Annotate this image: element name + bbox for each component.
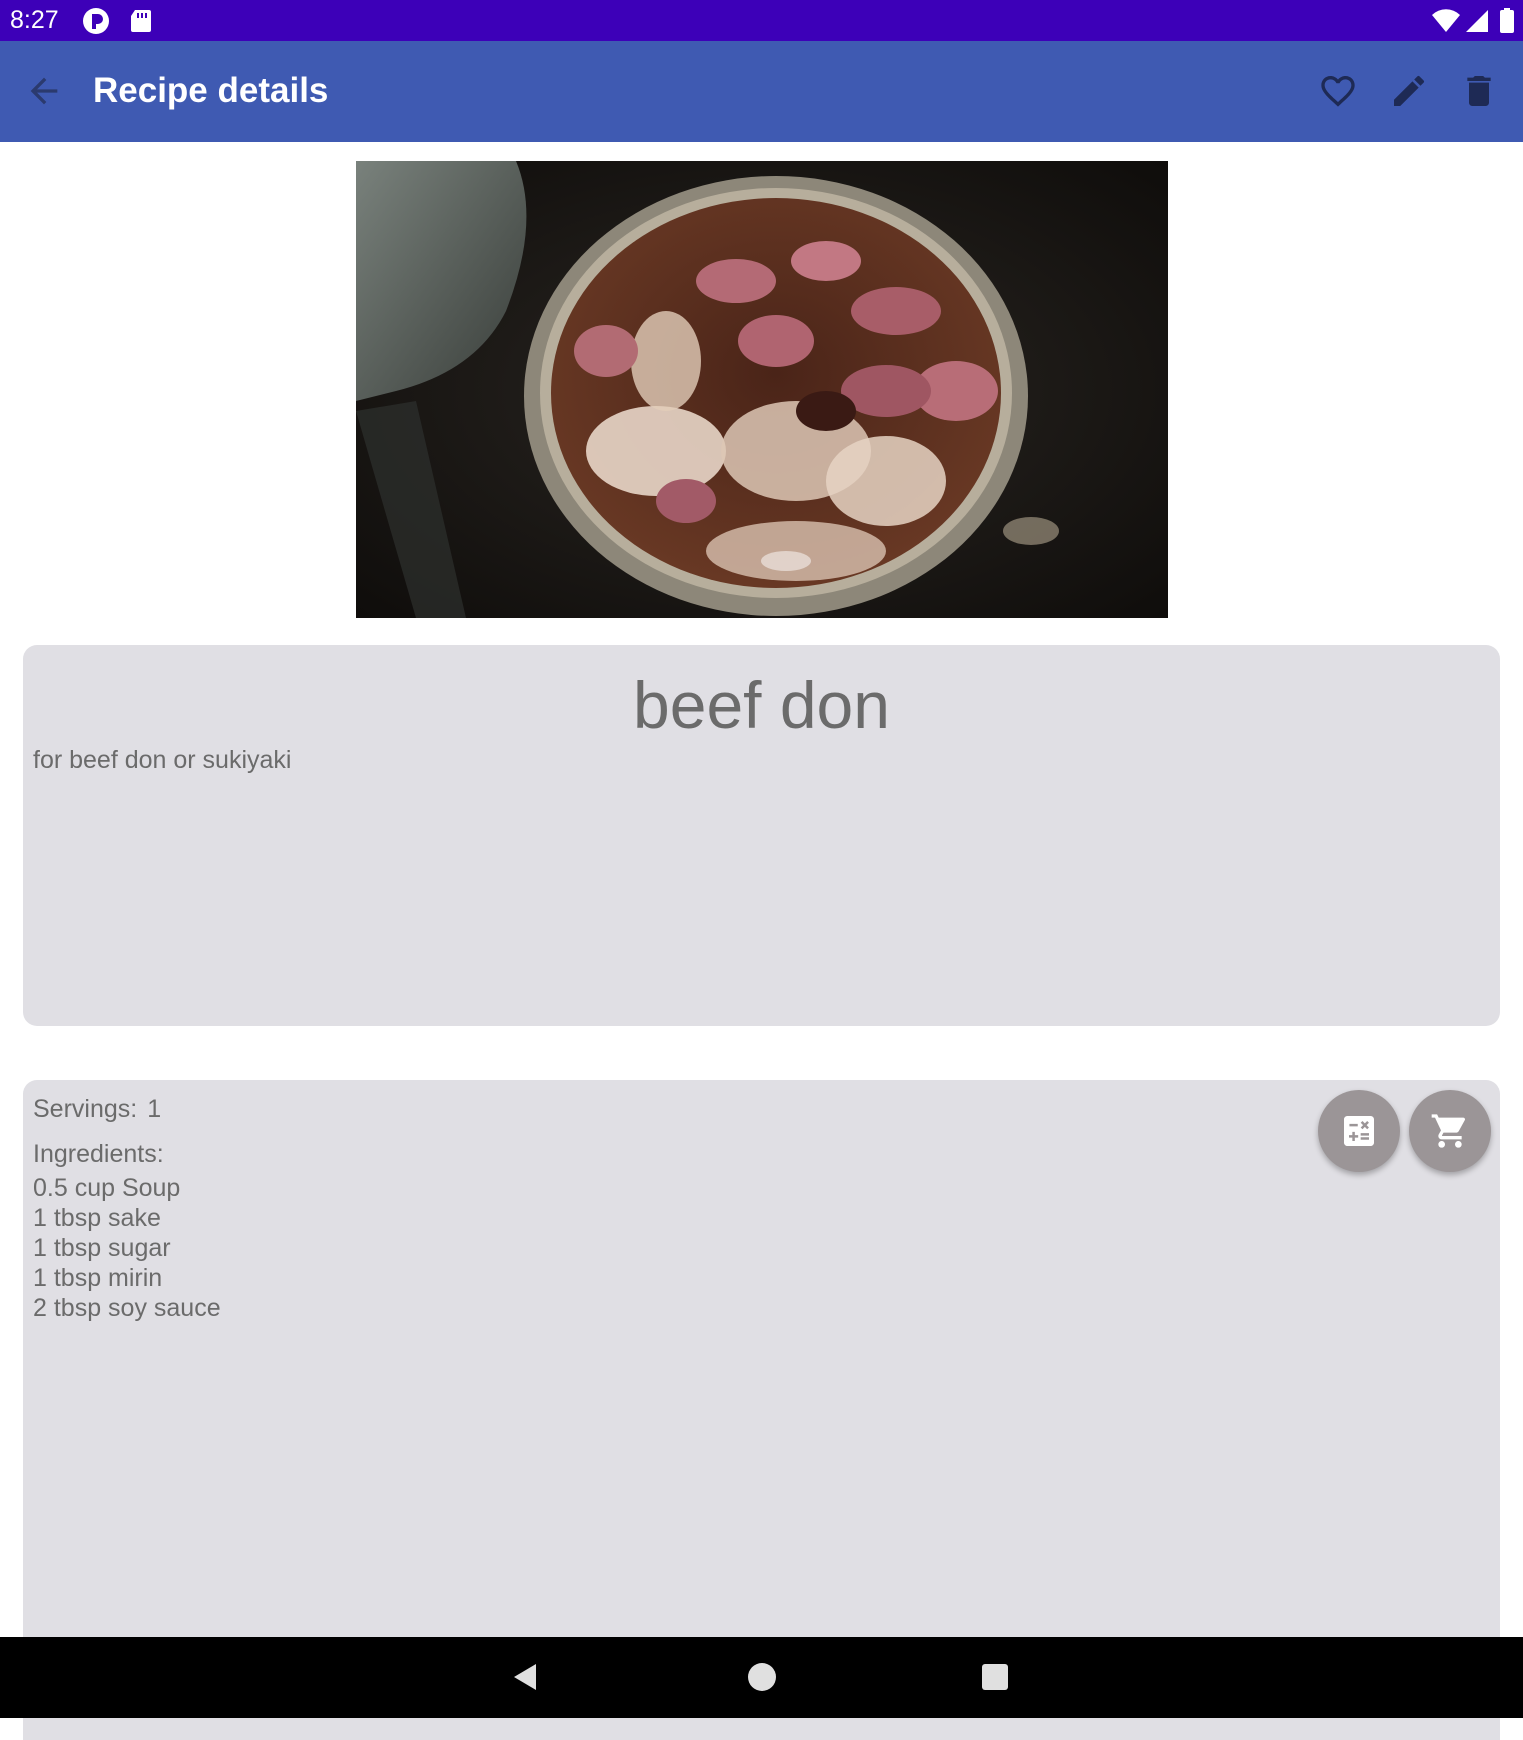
nav-recents-icon (982, 1664, 1008, 1690)
battery-icon (1492, 6, 1522, 36)
recipe-name: beef don (633, 668, 890, 742)
add-to-shopping-list-button[interactable] (1409, 1090, 1491, 1172)
ingredients-label: Ingredients: (33, 1140, 164, 1168)
recipe-description: for beef don or sukiyaki (33, 746, 292, 774)
ingredient-list: 0.5 cup Soup 1 tbsp sake 1 tbsp sugar 1 … (33, 1173, 221, 1323)
pencil-icon (1394, 75, 1425, 106)
scale-servings-button[interactable] (1318, 1090, 1400, 1172)
nav-back-button[interactable] (500, 1651, 552, 1703)
favorite-button[interactable] (1310, 63, 1366, 119)
ingredient-item: 1 tbsp sake (33, 1204, 161, 1232)
nav-recents-button[interactable] (969, 1651, 1021, 1703)
arrow-back-icon (30, 77, 58, 105)
shopping-cart-icon (1431, 1114, 1466, 1148)
app-notification-icon (81, 6, 111, 36)
calculator-icon (1344, 1116, 1374, 1146)
status-time: 8:27 (10, 6, 59, 34)
sd-card-icon (126, 6, 156, 36)
ingredient-item: 1 tbsp mirin (33, 1264, 163, 1292)
recipe-summary-card: beef don for beef don or sukiyaki (23, 645, 1500, 1026)
trash-icon (1467, 76, 1491, 106)
nav-home-icon (748, 1663, 776, 1691)
delete-button[interactable] (1451, 63, 1507, 119)
nav-home-button[interactable] (736, 1651, 788, 1703)
servings-row: Servings: 1 (33, 1094, 161, 1124)
page-title: Recipe details (93, 71, 329, 110)
back-button[interactable] (16, 63, 72, 119)
system-nav-bar (0, 1637, 1523, 1718)
wifi-icon (1431, 6, 1461, 36)
ingredient-item: 2 tbsp soy sauce (33, 1294, 221, 1322)
edit-button[interactable] (1381, 63, 1437, 119)
app-bar: Recipe details (0, 41, 1523, 142)
signal-icon (1461, 6, 1491, 36)
recipe-photo (356, 161, 1168, 618)
heart-icon (1321, 76, 1355, 107)
servings-label: Servings: (33, 1095, 138, 1123)
ingredient-item: 0.5 cup Soup (33, 1174, 181, 1202)
ingredient-item: 1 tbsp sugar (33, 1234, 171, 1262)
nav-back-icon (514, 1664, 536, 1690)
servings-value: 1 (147, 1095, 162, 1123)
status-bar: 8:27 (0, 0, 1523, 41)
